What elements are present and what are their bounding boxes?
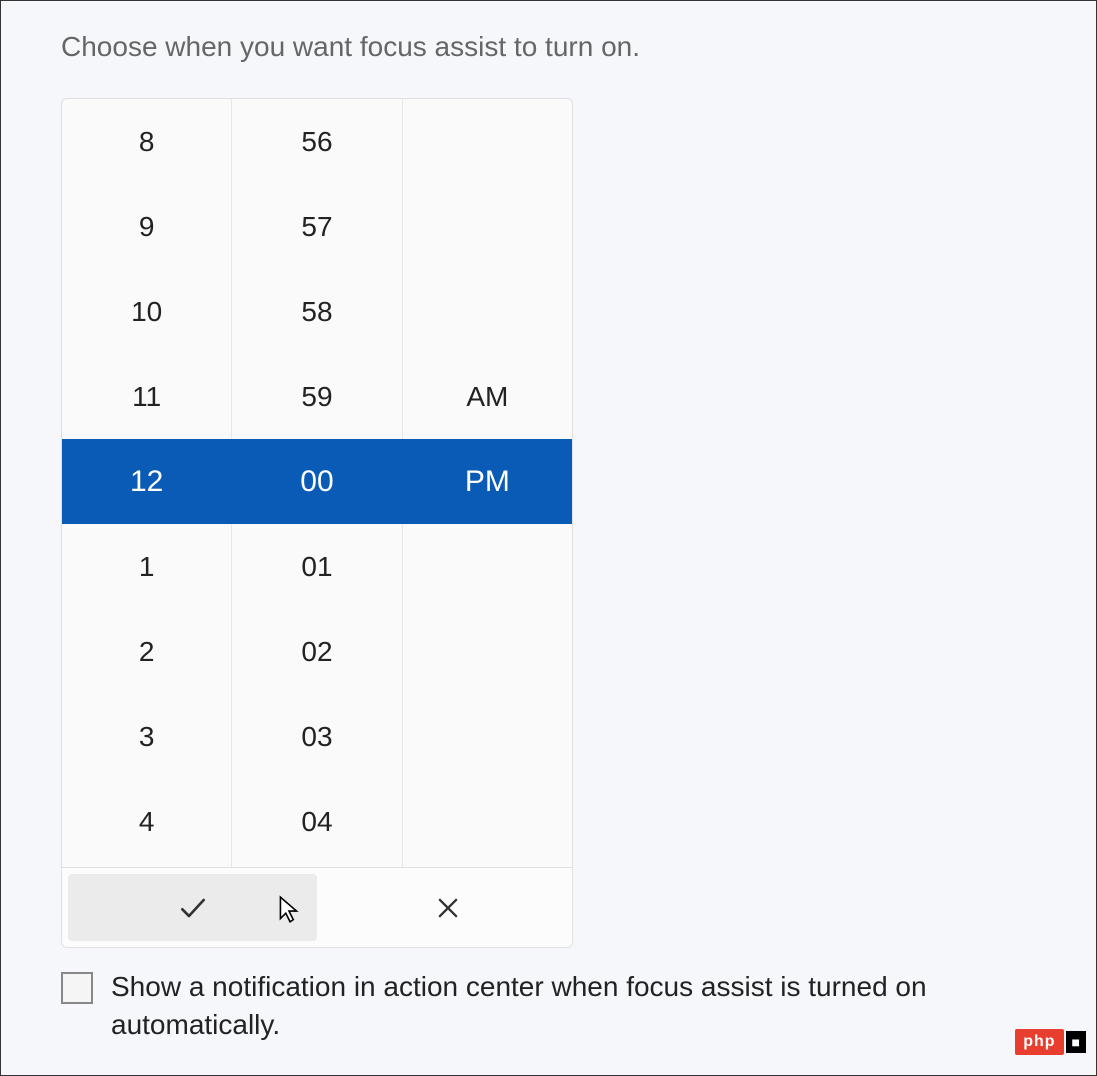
hour-option[interactable]: 9 [62,184,231,269]
minute-option[interactable]: 59 [232,354,401,439]
cancel-button[interactable] [323,868,572,947]
minute-option[interactable]: 03 [232,694,401,779]
notification-checkbox[interactable] [61,972,93,1004]
cursor-icon [278,895,302,925]
period-option-pm[interactable]: PM [403,439,572,524]
hour-option[interactable]: 4 [62,779,231,864]
check-icon [177,892,209,924]
hour-option[interactable]: 3 [62,694,231,779]
period-empty [403,269,572,354]
period-empty [403,524,572,609]
hour-option[interactable]: 12 [62,439,231,524]
period-empty [403,184,572,269]
hour-option[interactable]: 10 [62,269,231,354]
minute-option[interactable]: 02 [232,609,401,694]
hour-option[interactable]: 2 [62,609,231,694]
minute-column[interactable]: 565758590001020304 [232,99,402,867]
period-option-am[interactable]: AM [403,354,572,439]
hour-column[interactable]: 891011121234 [62,99,232,867]
page-heading: Choose when you want focus assist to tur… [61,31,1036,63]
watermark-tail: ■ [1066,1031,1086,1053]
time-picker: 891011121234 565758590001020304 AM PM [61,98,573,948]
minute-option[interactable]: 00 [232,439,401,524]
notification-checkbox-label: Show a notification in action center whe… [111,968,1036,1044]
period-column[interactable]: AM PM [403,99,572,867]
period-empty [403,779,572,864]
watermark-badge: php [1015,1029,1063,1055]
hour-option[interactable]: 1 [62,524,231,609]
confirm-button[interactable] [68,874,317,941]
notification-checkbox-row: Show a notification in action center whe… [61,968,1036,1044]
minute-option[interactable]: 04 [232,779,401,864]
hour-option[interactable]: 8 [62,99,231,184]
picker-action-bar [62,867,572,947]
minute-option[interactable]: 57 [232,184,401,269]
minute-option[interactable]: 01 [232,524,401,609]
period-empty [403,609,572,694]
close-icon [434,894,462,922]
minute-option[interactable]: 58 [232,269,401,354]
watermark: php ■ [1015,1029,1086,1055]
time-picker-columns: 891011121234 565758590001020304 AM PM [62,99,572,867]
minute-option[interactable]: 56 [232,99,401,184]
period-empty [403,99,572,184]
hour-option[interactable]: 11 [62,354,231,439]
period-empty [403,694,572,779]
